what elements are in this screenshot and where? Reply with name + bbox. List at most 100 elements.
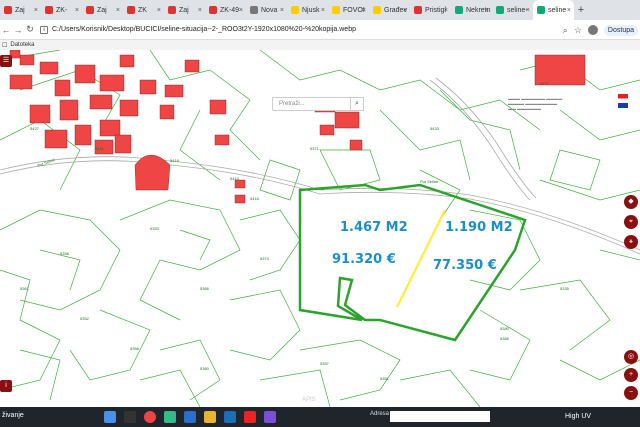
close-tab-icon[interactable]: × [526, 7, 530, 14]
close-tab-icon[interactable]: × [239, 7, 243, 14]
tab-label: ZK- [56, 6, 68, 14]
new-tab-button[interactable]: + [574, 4, 588, 16]
close-tab-icon[interactable]: × [116, 7, 120, 14]
svg-text:5441: 5441 [95, 146, 105, 151]
close-tab-icon[interactable]: × [485, 7, 489, 14]
svg-text:5351: 5351 [380, 376, 390, 381]
close-tab-icon[interactable]: × [157, 7, 161, 14]
locate-icon[interactable]: ◎ [624, 350, 638, 364]
file-label: Datoteka [10, 42, 35, 48]
svg-text:5352: 5352 [80, 316, 90, 321]
reload-icon[interactable]: ↻ [24, 24, 36, 35]
croatia-flag-icon [618, 94, 628, 108]
close-tab-icon[interactable]: × [362, 7, 366, 14]
header-text-stamp: ▬▬▬ ▬▬▬▬▬▬ ▬▬▬▬ ▬▬▬▬ ▬▬▬▬▬▬▬▬ ▬▬ ▬▬▬▬▬▬ [508, 96, 563, 111]
windows-taskbar: živanje Adresa High UV [0, 407, 640, 427]
tab-label: Zaj [97, 6, 107, 14]
tab-favicon-icon [4, 6, 12, 14]
browser-tab[interactable]: Pristigl × [410, 0, 451, 20]
svg-text:5374: 5374 [260, 256, 270, 261]
price-label-2: 77.350 € [433, 258, 497, 273]
browser-tab[interactable]: seline- × [492, 0, 533, 20]
teams-icon[interactable] [264, 411, 276, 423]
svg-text:5358: 5358 [60, 251, 70, 256]
close-tab-icon[interactable]: × [567, 7, 571, 14]
browser-tab[interactable]: FOVOI × [328, 0, 369, 20]
tab-favicon-icon [86, 6, 94, 14]
browser-tab[interactable]: seline × [533, 0, 574, 20]
zoom-out-icon[interactable]: − [624, 386, 638, 400]
explorer-icon[interactable] [204, 411, 216, 423]
tab-favicon-icon [291, 6, 299, 14]
profile-avatar[interactable] [587, 25, 598, 35]
url-text[interactable]: C:/Users/Korisnik/Desktop/BUCICI/seline-… [52, 26, 356, 33]
bookmark-icon[interactable]: ☆ [574, 25, 582, 36]
info-icon[interactable]: i [0, 380, 12, 392]
browser-tab[interactable]: ZK × [123, 0, 164, 20]
browser-tab[interactable]: ZK- × [41, 0, 82, 20]
youtube-icon[interactable] [244, 411, 256, 423]
edge-icon[interactable] [164, 411, 176, 423]
svg-text:5386: 5386 [500, 336, 510, 341]
tab-favicon-icon [45, 6, 53, 14]
close-tab-icon[interactable]: × [34, 7, 38, 14]
close-tab-icon[interactable]: × [321, 7, 325, 14]
back-icon[interactable]: ← [0, 25, 12, 35]
close-tab-icon[interactable]: × [444, 7, 448, 14]
tab-label: ZK-49 [220, 6, 240, 14]
browser-tab[interactable]: Građev × [369, 0, 410, 20]
svg-text:5416: 5416 [250, 196, 260, 201]
tab-favicon-icon [496, 6, 504, 14]
close-tab-icon[interactable]: × [75, 7, 79, 14]
layers-icon[interactable]: ◆ [624, 195, 638, 209]
browser-tab[interactable]: Zaj × [0, 0, 41, 20]
tab-label: ZK [138, 6, 147, 14]
tab-favicon-icon [537, 6, 545, 14]
tab-favicon-icon [168, 6, 176, 14]
taskbar-left-text: živanje [2, 412, 24, 419]
tab-label: Zaj [15, 6, 25, 14]
price-label-1: 91.320 € [332, 252, 396, 267]
measure-icon[interactable]: ⌖ [624, 215, 638, 229]
tab-label: Nova [261, 6, 278, 14]
menu-icon[interactable]: ☰ [0, 55, 12, 67]
zoom-in-icon[interactable]: + [624, 368, 638, 382]
tab-label: Pristigl [425, 6, 447, 14]
tab-favicon-icon [414, 6, 422, 14]
map-search-input[interactable]: Pretraži... [272, 97, 356, 111]
task-view-icon[interactable] [124, 411, 136, 423]
close-tab-icon[interactable]: × [198, 7, 202, 14]
file-icon: i [40, 25, 48, 34]
search-icon[interactable]: ⌕ [350, 97, 364, 111]
windows-start-icon[interactable] [104, 411, 116, 423]
file-bar: ☐ Datoteka [0, 40, 640, 50]
weather-text: High UV [565, 413, 592, 420]
close-tab-icon[interactable]: × [403, 7, 407, 14]
buildings [9, 50, 586, 204]
svg-text:5360: 5360 [200, 366, 210, 371]
browser-tab[interactable]: Njusk × [287, 0, 328, 20]
address-input[interactable] [390, 411, 490, 422]
zoom-icon[interactable]: ⌕ [563, 25, 568, 36]
svg-text:5366: 5366 [200, 286, 210, 291]
svg-text:5419: 5419 [170, 158, 180, 163]
browser-tab[interactable]: Nekretn × [451, 0, 492, 20]
store-icon[interactable] [184, 411, 196, 423]
browser-tab[interactable]: Zaj × [164, 0, 205, 20]
chrome-icon[interactable] [144, 411, 156, 423]
street-label-1: Put Seline [37, 157, 57, 168]
tab-favicon-icon [209, 6, 217, 14]
share-icon[interactable]: ⚹ [624, 235, 638, 249]
browser-tab-bar: Zaj × ZK- × Zaj × ZK × Zaj × ZK-49 × Nova × Njusk × FOVO… [0, 0, 640, 20]
tab-favicon-icon [373, 6, 381, 14]
tab-favicon-icon [332, 6, 340, 14]
area-label-1: 1.467 M2 [340, 220, 408, 235]
browser-tab[interactable]: Nova × [246, 0, 287, 20]
profile-status[interactable]: Dostupa [603, 24, 638, 36]
outlook-icon[interactable] [224, 411, 236, 423]
svg-text:5335: 5335 [560, 286, 570, 291]
browser-tab[interactable]: Zaj × [82, 0, 123, 20]
browser-tab[interactable]: ZK-49 × [205, 0, 246, 20]
close-tab-icon[interactable]: × [280, 7, 284, 14]
forward-icon[interactable]: → [12, 25, 24, 35]
